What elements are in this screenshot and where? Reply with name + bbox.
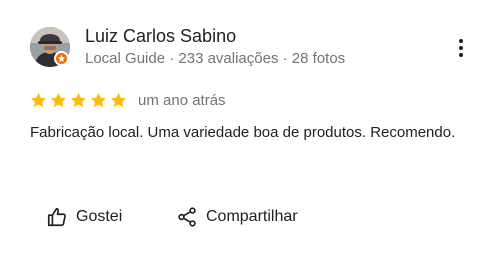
star-rating <box>29 91 128 110</box>
review-time: um ano atrás <box>138 91 226 109</box>
like-label: Gostei <box>76 208 123 225</box>
menu-dot <box>459 39 463 43</box>
review-card: Luiz Carlos Sabino Local Guide · 233 ava… <box>0 0 503 267</box>
share-icon <box>178 207 196 227</box>
review-text: Fabricação local. Uma variedade boa de p… <box>30 124 456 141</box>
star-icon <box>90 92 107 107</box>
reviewer-name[interactable]: Luiz Carlos Sabino <box>85 25 236 47</box>
star-icon <box>30 92 47 107</box>
thumb-up-icon <box>47 207 66 227</box>
menu-dot <box>459 53 463 57</box>
share-button[interactable]: Compartilhar <box>176 203 298 231</box>
star-icon <box>50 92 67 107</box>
more-vert-icon[interactable] <box>450 36 472 60</box>
like-button[interactable]: Gostei <box>46 203 122 231</box>
local-guide-badge-icon <box>54 51 69 66</box>
menu-dot <box>459 46 463 50</box>
reviewer-meta: Local Guide · 233 avaliações · 28 fotos <box>85 50 346 67</box>
share-label: Compartilhar <box>206 208 298 225</box>
rating-row: um ano atrás <box>29 89 226 111</box>
star-icon <box>110 92 127 107</box>
star-icon <box>70 92 87 107</box>
